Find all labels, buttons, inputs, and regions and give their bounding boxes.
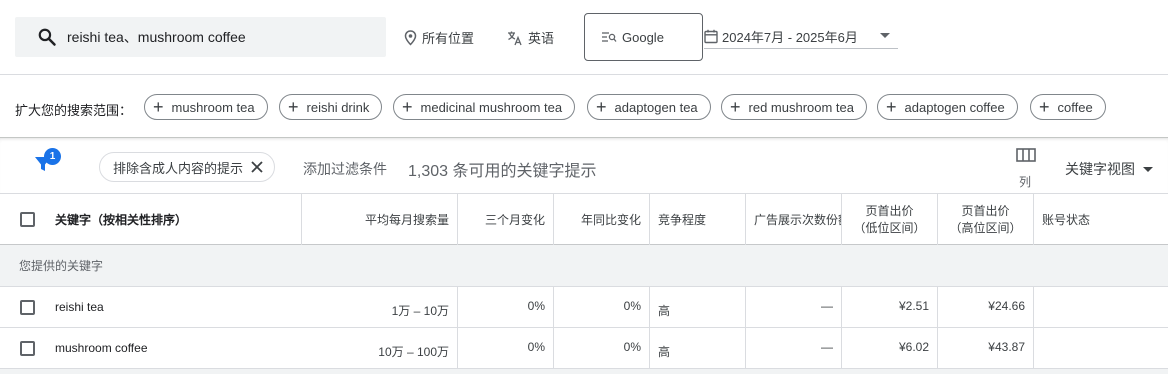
table-header: 关键字（按相关性排序） 平均每月搜索量 三个月变化 年同比变化 竞争程度 广告展… (0, 193, 1168, 245)
keyword-table: 关键字（按相关性排序） 平均每月搜索量 三个月变化 年同比变化 竞争程度 广告展… (0, 193, 1168, 369)
header-avg-searches[interactable]: 平均每月搜索量 (302, 194, 458, 245)
language-selector[interactable]: 英语 (507, 28, 554, 47)
header-bid-low[interactable]: 页首出价 （低位区间） (842, 194, 938, 245)
avg-searches-cell: 1万 – 10万 (302, 287, 458, 327)
chip-label: red mushroom tea (748, 99, 855, 115)
impression-share-cell: — (746, 328, 842, 368)
search-query[interactable]: reishi tea、mushroom coffee (67, 27, 246, 47)
three-month-cell: 0% (458, 328, 554, 368)
columns-button[interactable] (1015, 148, 1037, 167)
broaden-chip[interactable]: + adaptogen coffee (877, 94, 1018, 120)
yoy-cell: 0% (554, 328, 650, 368)
date-range-label: 2024年7月 - 2025年6月 (722, 29, 858, 45)
columns-icon (1016, 148, 1036, 162)
broaden-chip[interactable]: + red mushroom tea (721, 94, 868, 120)
available-keyword-count: 1,303 条可用的关键字提示 (408, 163, 597, 180)
search-icon (38, 28, 56, 46)
select-all-checkbox[interactable] (20, 212, 35, 227)
keyword-cell[interactable]: reishi tea (47, 287, 302, 327)
translate-icon (508, 31, 522, 45)
bid-low-cell: ¥2.51 (842, 287, 938, 327)
chip-label: adaptogen tea (614, 99, 698, 115)
broaden-search-bar: 扩大您的搜索范围： + mushroom tea + reishi drink + m… (0, 74, 1168, 138)
broaden-chip[interactable]: + coffee (1030, 94, 1106, 120)
broaden-chip[interactable]: + medicinal mushroom tea (393, 94, 576, 120)
broaden-chip[interactable]: + reishi drink (279, 94, 383, 120)
header-three-month-change[interactable]: 三个月变化 (458, 194, 554, 245)
bid-high-cell: ¥43.87 (938, 328, 1034, 368)
search-network-icon (602, 32, 617, 42)
keyword-cell[interactable]: mushroom coffee (47, 328, 302, 368)
section-provided-keywords: 您提供的关键字 (0, 245, 1168, 287)
language-label: 英语 (528, 31, 555, 46)
keyword-search-box[interactable]: reishi tea、mushroom coffee (15, 17, 386, 57)
plus-icon: + (288, 97, 299, 117)
broaden-chip[interactable]: + mushroom tea (144, 94, 268, 120)
table-row[interactable]: mushroom coffee 10万 – 100万 0% 0% 高 — ¥6.… (0, 328, 1168, 369)
location-pin-icon (404, 29, 417, 46)
location-label: 所有位置 (422, 31, 475, 46)
header-yoy-change[interactable]: 年同比变化 (554, 194, 650, 245)
plus-icon: + (730, 97, 741, 117)
select-all-cell (0, 194, 47, 245)
columns-label[interactable]: 列 (1019, 173, 1031, 190)
header-keyword[interactable]: 关键字（按相关性排序） (47, 194, 302, 245)
plus-icon: + (886, 97, 897, 117)
active-filter-label: 排除含成人内容的提示 (113, 160, 244, 176)
plus-icon: + (596, 97, 607, 117)
yoy-cell: 0% (554, 287, 650, 327)
header-bid-low-line1: 页首出价 (865, 203, 914, 218)
filter-bar: 1 排除含成人内容的提示 添加过滤条件 1,303 条可用的关键字提示 列 关键… (0, 138, 1168, 193)
search-engine-selector[interactable]: Google (584, 13, 703, 61)
account-status-cell (1034, 328, 1168, 368)
chevron-down-icon (880, 33, 890, 38)
broaden-label: 扩大您的搜索范围： (15, 103, 133, 118)
filter-count-badge: 1 (44, 148, 61, 165)
chip-label: mushroom tea (171, 99, 255, 115)
chevron-down-icon (1143, 166, 1153, 172)
close-icon[interactable] (249, 159, 265, 175)
keyword-view-label: 关键字视图 (1065, 161, 1135, 177)
competition-cell: 高 (650, 328, 746, 368)
row-checkbox[interactable] (20, 300, 35, 315)
header-impression-share[interactable]: 广告展示次数份额 (746, 194, 842, 245)
plus-icon: + (402, 97, 413, 117)
table-footer-strip (0, 369, 1168, 374)
plus-icon: + (153, 97, 164, 117)
account-status-cell (1034, 287, 1168, 327)
broaden-chip[interactable]: + adaptogen tea (587, 94, 711, 120)
header-bid-high[interactable]: 页首出价 （高位区间） (938, 194, 1034, 245)
header-account-status[interactable]: 账号状态 (1034, 194, 1168, 245)
active-filter-chip[interactable]: 排除含成人内容的提示 (99, 152, 275, 182)
header-bid-high-line1: 页首出价 (961, 203, 1010, 218)
add-filter-button[interactable]: 添加过滤条件 (303, 159, 387, 179)
competition-cell: 高 (650, 287, 746, 327)
header-bid-low-line2: （低位区间） (853, 220, 926, 235)
search-engine-label: Google (622, 29, 664, 45)
three-month-cell: 0% (458, 287, 554, 327)
plus-icon: + (1039, 97, 1050, 117)
keyword-view-dropdown[interactable]: 关键字视图 (1065, 159, 1153, 179)
chip-label: adaptogen coffee (904, 99, 1005, 115)
row-checkbox[interactable] (20, 341, 35, 356)
avg-searches-cell: 10万 – 100万 (302, 328, 458, 368)
bid-high-cell: ¥24.66 (938, 287, 1034, 327)
calendar-icon (704, 29, 718, 43)
chip-label: reishi drink (306, 99, 370, 115)
header-bid-high-line2: （高位区间） (949, 220, 1022, 235)
date-range-selector[interactable]: 2024年7月 - 2025年6月 (704, 24, 898, 49)
impression-share-cell: — (746, 287, 842, 327)
bid-low-cell: ¥6.02 (842, 328, 938, 368)
table-row[interactable]: reishi tea 1万 – 10万 0% 0% 高 — ¥2.51 ¥24.… (0, 287, 1168, 328)
chip-label: coffee (1057, 99, 1093, 115)
header-competition[interactable]: 竞争程度 (650, 194, 746, 245)
top-toolbar: reishi tea、mushroom coffee 所有位置 英语 Googl… (0, 0, 1168, 74)
chip-label: medicinal mushroom tea (420, 99, 563, 115)
location-selector[interactable]: 所有位置 (404, 28, 474, 47)
